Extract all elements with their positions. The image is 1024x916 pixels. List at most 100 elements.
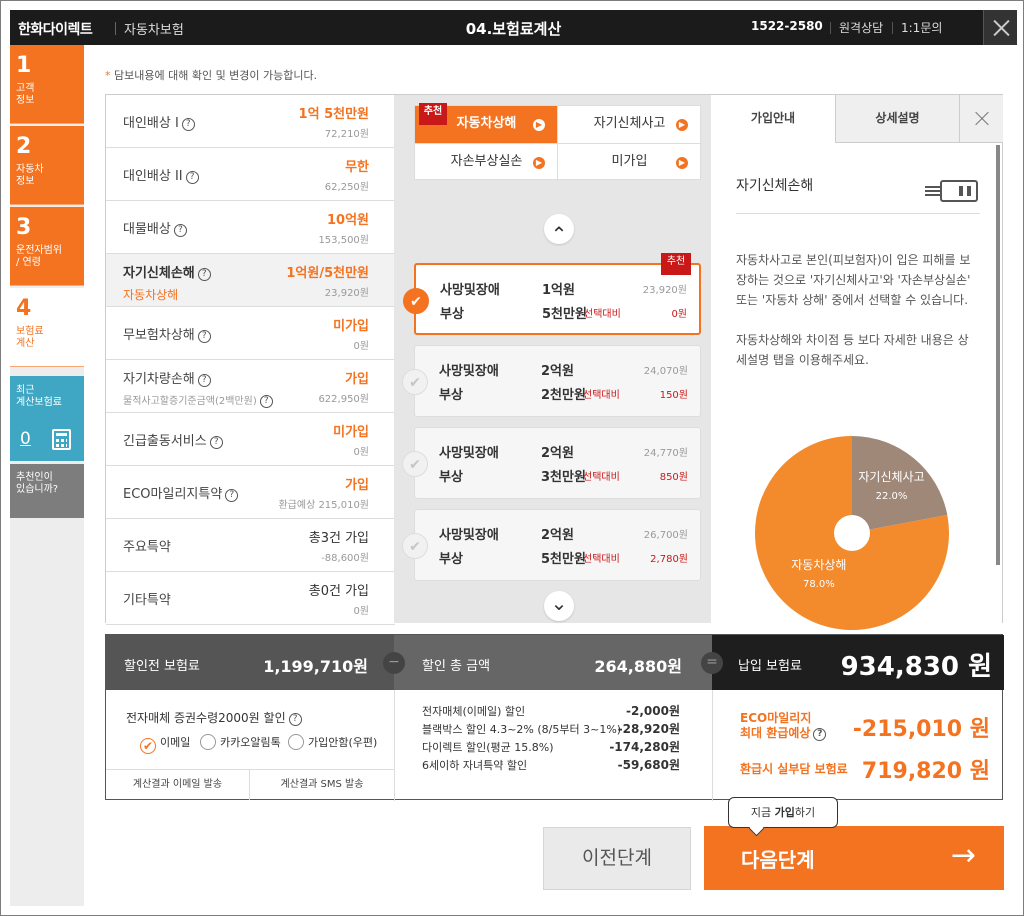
card-label: 사망및장애 — [440, 283, 500, 298]
before-discount: 할인전 보험료 1,199,710원 — [106, 635, 394, 690]
close-icon[interactable] — [959, 95, 1003, 143]
option-card-selected[interactable]: 추천 ✔ 사망및장애 1억원 23,920원 부상 5천만원 선택대비 0원 — [403, 253, 701, 335]
coverage-value: 가입 — [345, 478, 369, 493]
scroll-down-button[interactable]: ⌄ — [544, 591, 574, 621]
help-icon[interactable]: ? — [197, 268, 211, 281]
close-icon[interactable] — [983, 10, 1017, 45]
tab-auto-injury[interactable]: 추천 자동차상해 ▶ — [415, 103, 558, 143]
recommender-button[interactable]: 추천인이 있습니까? — [10, 464, 84, 518]
tab-label: 미가입 — [611, 154, 648, 169]
recent-quote[interactable]: 최근 계산보험료 0 — [10, 376, 84, 461]
scrollbar[interactable] — [996, 145, 1000, 565]
radio-kakao[interactable]: 카카오알림톡 — [200, 734, 281, 750]
step-number: 2 — [16, 134, 32, 159]
remote-consult-link[interactable]: 원격상담 — [839, 19, 883, 36]
coverage-sub: 물적사고할증기준금액(2백만원)? — [123, 392, 273, 408]
pay-value: 934,830 원 — [840, 652, 992, 682]
pay-total: 납입 보험료 934,830 원 — [712, 635, 1004, 690]
card-price: 23,920원 — [642, 285, 687, 296]
option-tabs: 추천 자동차상해 ▶ 자기신체사고 ▶ 자손부상실손 ▶ 미가입 ▶ — [414, 103, 702, 181]
inquiry-link[interactable]: 1:1문의 — [901, 19, 942, 36]
tab-self-body[interactable]: 자기신체사고 ▶ — [558, 106, 701, 143]
step-4[interactable]: 4 보험료 계산 — [10, 288, 84, 367]
help-icon[interactable]: ? — [209, 436, 223, 449]
coverage-name: 기타특약 — [123, 593, 171, 608]
pie-value-label: 22.0% — [876, 491, 908, 502]
coverage-row[interactable]: 긴급출동서비스? 미가입 0원 — [106, 413, 395, 466]
help-icon[interactable]: ? — [288, 713, 302, 726]
step-2[interactable]: 2 자동차 정보 — [10, 126, 84, 205]
eco-label: ECO마일리지 최대 환급예상? — [740, 711, 827, 741]
discount-total: 할인 총 금액 264,880원 — [394, 635, 712, 690]
tab-label: 자손부상실손 — [450, 154, 523, 169]
card-price: 24,770원 — [643, 448, 688, 459]
join-now-tooltip[interactable]: 지금 가입하기 — [728, 797, 838, 828]
card-label: 부상 — [439, 470, 463, 485]
card-label: 사망및장애 — [439, 446, 499, 461]
coverage-price: 62,250원 — [324, 182, 369, 193]
card-compare-label: 선택대비 — [583, 390, 620, 401]
card-price: 26,700원 — [643, 530, 688, 541]
coverage-row[interactable]: 기타특약 총0건 가입 0원 — [106, 572, 395, 625]
prev-step-button[interactable]: 이전단계 — [543, 827, 691, 890]
help-icon[interactable]: ? — [181, 118, 195, 131]
coverage-price: 72,210원 — [324, 129, 369, 140]
coverage-row[interactable]: 대인배상 I? 1억 5천만원 72,210원 — [106, 95, 395, 148]
send-sms-button[interactable]: 계산결과 SMS 발송 — [249, 769, 394, 800]
coverage-list: 대인배상 I? 1억 5천만원 72,210원 대인배상 II? 무한 62,2… — [105, 94, 395, 625]
option-card[interactable]: ✔ 사망및장애 2억원 24,770원 부상 3천만원 선택대비 850원 — [402, 427, 701, 499]
coverage-row[interactable]: 주요특약 총3건 가입 -88,600원 — [106, 519, 395, 572]
send-email-button[interactable]: 계산결과 이메일 발송 — [106, 769, 249, 800]
coverage-value: 1억 5천만원 — [298, 107, 369, 122]
recommend-flag: 추천 — [661, 253, 691, 275]
header: 한화다이렉트 자동차보험 04.보험료계산 1522-2580 원격상담 1:1… — [10, 10, 1017, 45]
divider — [712, 690, 713, 801]
coverage-name: 대인배상 II? — [123, 165, 199, 184]
discount-item-label: 전자매체(이메일) 할인 — [422, 705, 526, 718]
tab-label: 자동차상해 — [456, 116, 517, 131]
tab-not-enrolled[interactable]: 미가입 ▶ — [558, 144, 701, 181]
help-icon[interactable]: ? — [197, 374, 211, 387]
coverage-value: 10억원 — [326, 213, 369, 228]
radio-postal[interactable]: 가입안함(우편) — [288, 734, 377, 750]
coverage-value: 미가입 — [333, 319, 369, 334]
help-icon[interactable]: ? — [225, 489, 239, 502]
step-1[interactable]: 1 고객 정보 — [10, 45, 84, 124]
option-card[interactable]: ✔ 사망및장애 2억원 26,700원 부상 5천만원 선택대비 2,780원 — [402, 509, 701, 581]
help-icon[interactable]: ? — [185, 171, 199, 184]
scroll-up-button[interactable]: ⌃ — [544, 214, 574, 246]
info-paragraph: 자동차상해와 차이점 등 보다 자세한 내용은 상세설명 탭을 이용해주세요. — [736, 333, 969, 367]
coverage-sub: 자동차상해 — [123, 288, 179, 302]
option-card[interactable]: ✔ 사망및장애 2억원 24,070원 부상 2천만원 선택대비 150원 — [402, 345, 701, 417]
step-3[interactable]: 3 운전자범위 / 연령 — [10, 207, 84, 286]
card-amount: 3천만원 — [541, 470, 586, 485]
page-frame: 한화다이렉트 자동차보험 04.보험료계산 1522-2580 원격상담 1:1… — [0, 0, 1024, 916]
help-icon[interactable]: ? — [197, 330, 211, 343]
notice-text: 담보내용에 대해 확인 및 변경이 가능합니다. — [114, 69, 318, 82]
help-icon[interactable]: ? — [173, 224, 187, 237]
coverage-name: 자기차량손해? — [123, 368, 211, 387]
help-icon[interactable]: ? — [259, 395, 273, 408]
coverage-row-selected[interactable]: 자기신체손해? 자동차상해 1억원/5천만원 23,920원 — [106, 254, 395, 307]
coverage-row[interactable]: 대인배상 II? 무한 62,250원 — [106, 148, 395, 201]
arrow-right-icon: → — [950, 838, 976, 873]
recent-quote-count[interactable]: 0 — [20, 429, 31, 449]
radio-email[interactable]: ✔ 이메일 — [140, 734, 190, 754]
card-label: 부상 — [439, 388, 463, 403]
tab-detail[interactable]: 상세설명 — [835, 95, 959, 143]
calculator-icon — [52, 429, 71, 450]
coverage-row[interactable]: 자기차량손해? 물적사고할증기준금액(2백만원)? 가입 622,950원 — [106, 360, 395, 413]
discount-item-value: -28,920원 — [617, 722, 680, 736]
card-compare-label: 선택대비 — [583, 554, 620, 565]
tab-self-injury-actual[interactable]: 자손부상실손 ▶ — [415, 144, 558, 181]
tab-enroll-guide[interactable]: 가입안내 — [711, 95, 835, 143]
help-icon[interactable]: ? — [813, 728, 827, 741]
next-step-button[interactable]: 다음단계 → — [704, 826, 1004, 890]
card-amount: 2억원 — [541, 446, 574, 461]
next-label: 다음단계 — [741, 848, 815, 872]
coverage-row[interactable]: 무보험차상해? 미가입 0원 — [106, 307, 395, 360]
recommend-badge: 추천 — [419, 103, 447, 125]
coverage-name: 자기신체손해? — [123, 262, 211, 281]
coverage-row[interactable]: ECO마일리지특약? 가입 환급예상 215,010원 — [106, 466, 395, 519]
coverage-row[interactable]: 대물배상? 10억원 153,500원 — [106, 201, 395, 254]
